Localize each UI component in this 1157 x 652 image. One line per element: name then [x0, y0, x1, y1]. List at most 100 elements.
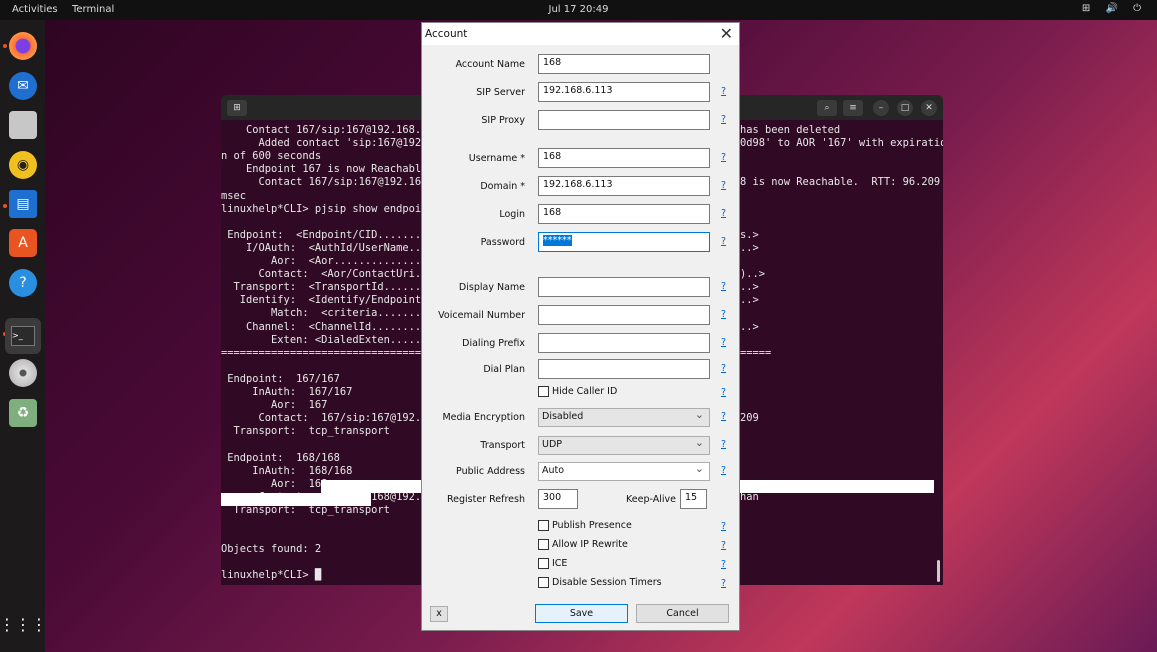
firefox-icon[interactable] — [9, 32, 37, 60]
account-dialog: Account ✕ Account Name 168 SIP Server 192.1… — [421, 22, 740, 631]
checkbox-box[interactable] — [538, 577, 549, 588]
writer-icon[interactable]: ▤ — [9, 190, 37, 218]
help-link[interactable]: ? — [721, 281, 726, 292]
x-button[interactable]: x — [430, 606, 448, 622]
new-tab-icon[interactable]: ⊞ — [227, 100, 247, 116]
sip-server-label: SIP Server — [476, 87, 525, 98]
help-link[interactable]: ? — [721, 337, 726, 348]
help-link[interactable]: ? — [721, 439, 726, 450]
help-link[interactable]: ? — [721, 387, 726, 398]
terminal-line: I/OAuth: <AuthId/UserName... — [221, 241, 428, 254]
dialog-titlebar: Account ✕ — [422, 23, 739, 45]
trash-icon[interactable]: ♻ — [9, 399, 37, 427]
maximize-icon[interactable]: □ — [897, 100, 913, 116]
cancel-button[interactable]: Cancel — [636, 604, 729, 623]
scrollbar[interactable] — [937, 560, 940, 582]
terminal-line: ..> — [740, 281, 759, 294]
voicemail-number-input[interactable] — [538, 305, 710, 325]
dial-plan-input[interactable] — [538, 359, 710, 379]
register-refresh-label: Register Refresh — [446, 494, 525, 505]
terminal-line: linuxhelp*CLI> pjsip show endpoint — [221, 202, 434, 215]
sip-server-input[interactable]: 192.168.6.113 — [538, 82, 710, 102]
checkbox-label: Allow IP Rewrite — [552, 539, 628, 550]
checkbox-box[interactable] — [538, 539, 549, 550]
allow-ip-rewrite-checkbox[interactable]: Allow IP Rewrite — [538, 539, 628, 550]
terminal-line: s.> — [740, 228, 759, 241]
register-refresh-input[interactable]: 300 — [538, 489, 578, 509]
top-bar: Activities Terminal Jul 17 20:49 ⊞ 🔊 ⏻ — [0, 0, 1157, 20]
display-name-label: Display Name — [458, 282, 525, 293]
terminal-line: Exten: <DialedExten...... — [221, 333, 428, 346]
rhythmbox-icon[interactable]: ◉ — [9, 151, 37, 179]
terminal-line: Aor: 167 — [221, 399, 328, 412]
files-icon[interactable] — [9, 111, 37, 139]
app-center-icon[interactable]: A — [9, 229, 37, 257]
clock[interactable]: Jul 17 20:49 — [0, 4, 1157, 15]
domain-input[interactable]: 192.168.6.113 — [538, 176, 710, 196]
help-link[interactable]: ? — [721, 559, 726, 570]
sip-server-value: 192.168.6.113 — [543, 85, 613, 96]
help-link[interactable]: ? — [721, 114, 726, 125]
terminal-line: Contact 167/sip:167@192.168 — [221, 176, 428, 189]
dock: ✉ ◉ ▤ A ? >_ ♻ ⋮⋮⋮ — [0, 20, 47, 652]
help-link[interactable]: ? — [721, 86, 726, 97]
checkbox-box[interactable] — [538, 386, 549, 397]
save-button[interactable]: Save — [535, 604, 628, 623]
transport-select[interactable]: UDP — [538, 436, 710, 455]
publish-presence-checkbox[interactable]: Publish Presence — [538, 520, 632, 531]
terminal-line: Match: <criteria........ — [221, 307, 428, 320]
help-link[interactable]: ? — [721, 180, 726, 191]
terminal-icon[interactable]: >_ — [5, 318, 41, 354]
password-input[interactable]: ****** — [538, 232, 710, 252]
dialing-prefix-input[interactable] — [538, 333, 710, 353]
menu-icon[interactable]: ≡ — [843, 100, 863, 116]
help-link[interactable]: ? — [721, 411, 726, 422]
ice-checkbox[interactable]: ICE — [538, 558, 567, 569]
system-tray[interactable]: ⊞ 🔊 ⏻ — [1082, 3, 1147, 14]
keepalive-input[interactable]: 15 — [680, 489, 707, 509]
terminal-line: msec — [221, 189, 247, 202]
help-link[interactable]: ? — [721, 208, 726, 219]
dialog-title: Account — [425, 28, 468, 40]
minimize-icon[interactable]: – — [873, 100, 889, 116]
dvd-icon[interactable] — [9, 359, 37, 387]
help-link[interactable]: ? — [721, 578, 726, 589]
help-link[interactable]: ? — [721, 540, 726, 551]
terminal-line: Transport: tcp_transport — [221, 425, 390, 438]
help-link[interactable]: ? — [721, 236, 726, 247]
terminal-line: ================================== — [221, 346, 434, 359]
password-label: Password — [480, 237, 525, 248]
checkbox-label: Disable Session Timers — [552, 577, 662, 588]
terminal-line: Aor: <Aor............... — [221, 255, 428, 267]
close-icon[interactable]: ✕ — [720, 24, 733, 43]
media-encryption-select[interactable]: Disabled — [538, 408, 710, 427]
help-link[interactable]: ? — [721, 152, 726, 163]
help-link[interactable]: ? — [721, 465, 726, 476]
display-name-input[interactable] — [538, 277, 710, 297]
username-input[interactable]: 168 — [538, 148, 710, 168]
selection-highlight — [221, 493, 371, 506]
hide-caller-id-checkbox[interactable]: Hide Caller ID — [538, 386, 617, 397]
voicemail-number-label: Voicemail Number — [438, 310, 525, 321]
help-icon[interactable]: ? — [9, 269, 37, 297]
show-apps-icon[interactable]: ⋮⋮⋮ — [0, 610, 47, 638]
help-link[interactable]: ? — [721, 521, 726, 532]
search-icon[interactable]: ⌕ — [817, 100, 837, 116]
disable-session-timers-checkbox[interactable]: Disable Session Timers — [538, 577, 662, 588]
terminal-line: ===== — [740, 346, 772, 359]
public-address-select[interactable]: Auto — [538, 462, 710, 481]
account-name-label: Account Name — [455, 59, 525, 70]
checkbox-box[interactable] — [538, 520, 549, 531]
checkbox-box[interactable] — [538, 558, 549, 569]
account-name-input[interactable]: 168 — [538, 54, 710, 74]
terminal-line: Endpoint: <Endpoint/CID........ — [221, 228, 428, 241]
login-input[interactable]: 168 — [538, 204, 710, 224]
sip-proxy-label: SIP Proxy — [481, 115, 525, 126]
terminal-line: Added contact 'sip:167@192 — [221, 137, 422, 150]
thunderbird-icon[interactable]: ✉ — [9, 72, 37, 100]
sip-proxy-input[interactable] — [538, 110, 710, 130]
help-link[interactable]: ? — [721, 309, 726, 320]
terminal-line: 8 is now Reachable. RTT: 96.209 — [740, 176, 941, 189]
help-link[interactable]: ? — [721, 363, 726, 374]
close-icon[interactable]: ✕ — [921, 100, 937, 116]
